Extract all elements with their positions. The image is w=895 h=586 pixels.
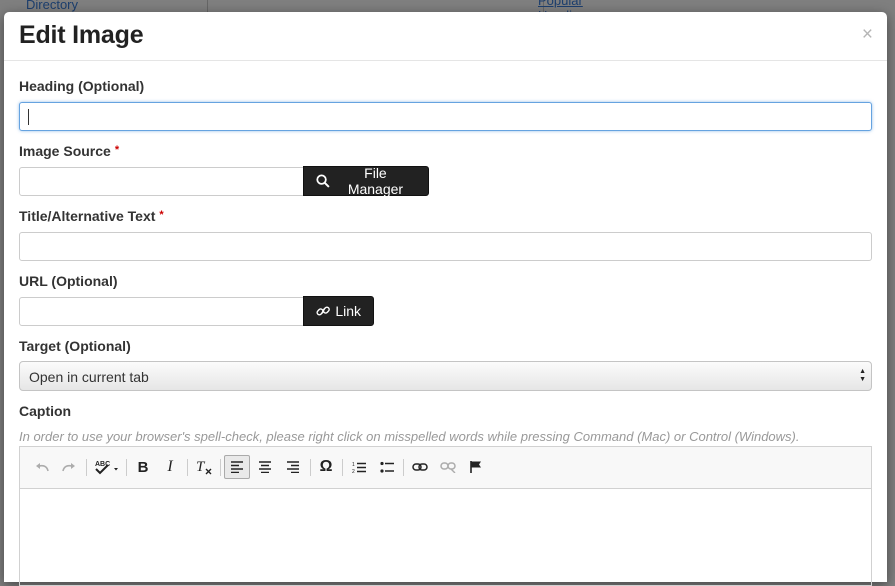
heading-input[interactable] bbox=[19, 102, 872, 131]
svg-text:1: 1 bbox=[352, 462, 355, 468]
toolbar-separator bbox=[187, 459, 188, 476]
caption-editor: ABC B I T Ω 1 2 bbox=[19, 446, 872, 586]
svg-text:2: 2 bbox=[352, 469, 355, 474]
toolbar-separator bbox=[126, 459, 127, 476]
file-manager-button[interactable]: File Manager bbox=[303, 165, 429, 197]
link-icon[interactable] bbox=[410, 455, 430, 479]
required-marker: * bbox=[159, 209, 164, 221]
search-icon bbox=[316, 174, 330, 188]
spellcheck-hint: In order to use your browser's spell-che… bbox=[19, 429, 800, 444]
toolbar-separator bbox=[342, 459, 343, 476]
numbered-list-icon[interactable]: 12 bbox=[349, 455, 369, 479]
align-center-icon[interactable] bbox=[255, 455, 275, 479]
text-caret bbox=[28, 109, 29, 125]
heading-label: Heading (Optional) bbox=[19, 78, 145, 94]
background-panel: Popular Heading Collection bbox=[207, 0, 595, 38]
link-button[interactable]: Link bbox=[303, 296, 374, 326]
target-selected-value: Open in current tab bbox=[29, 369, 149, 385]
select-arrows-icon: ▲ ▼ bbox=[859, 368, 866, 383]
undo-icon[interactable] bbox=[33, 455, 51, 479]
file-manager-label: File Manager bbox=[347, 165, 404, 197]
anchor-icon[interactable] bbox=[466, 455, 486, 479]
close-button[interactable]: × bbox=[862, 25, 873, 45]
svg-text:T: T bbox=[196, 459, 206, 475]
svg-text:ABC: ABC bbox=[95, 461, 110, 468]
modal-header: Edit Image × bbox=[4, 12, 887, 61]
modal-title: Edit Image bbox=[19, 21, 144, 49]
remove-format-icon[interactable]: T bbox=[194, 455, 214, 479]
title-alt-label: Title/Alternative Text * bbox=[19, 208, 164, 224]
directory-link[interactable]: Directory bbox=[26, 0, 78, 12]
target-label: Target (Optional) bbox=[19, 338, 131, 354]
align-right-icon[interactable] bbox=[283, 455, 303, 479]
link-label: Link bbox=[335, 303, 361, 319]
image-source-label: Image Source * bbox=[19, 143, 120, 159]
title-alt-input[interactable] bbox=[19, 232, 872, 261]
toolbar-separator bbox=[86, 459, 87, 476]
bulleted-list-icon[interactable] bbox=[377, 455, 397, 479]
spellcheck-icon[interactable]: ABC bbox=[92, 455, 122, 479]
toolbar-separator bbox=[310, 459, 311, 476]
unlink-icon[interactable] bbox=[438, 455, 458, 479]
url-label: URL (Optional) bbox=[19, 273, 118, 289]
link-icon bbox=[316, 306, 330, 316]
toolbar-separator bbox=[403, 459, 404, 476]
editor-toolbar: ABC B I T Ω 1 2 bbox=[20, 447, 871, 489]
toolbar-separator bbox=[220, 459, 221, 476]
redo-icon[interactable] bbox=[60, 455, 78, 479]
caption-label: Caption bbox=[19, 403, 72, 419]
align-left-icon[interactable] bbox=[224, 455, 250, 479]
target-select[interactable]: Open in current tab ▲ ▼ bbox=[19, 361, 872, 391]
url-input[interactable] bbox=[19, 297, 304, 326]
required-marker: * bbox=[114, 144, 120, 156]
bold-icon[interactable]: B bbox=[134, 455, 152, 479]
edit-image-dialog: Edit Image × Heading (Optional) Image So… bbox=[4, 12, 887, 586]
italic-icon[interactable]: I bbox=[161, 455, 179, 479]
image-source-input[interactable] bbox=[19, 167, 304, 196]
special-char-icon[interactable]: Ω bbox=[316, 455, 336, 479]
